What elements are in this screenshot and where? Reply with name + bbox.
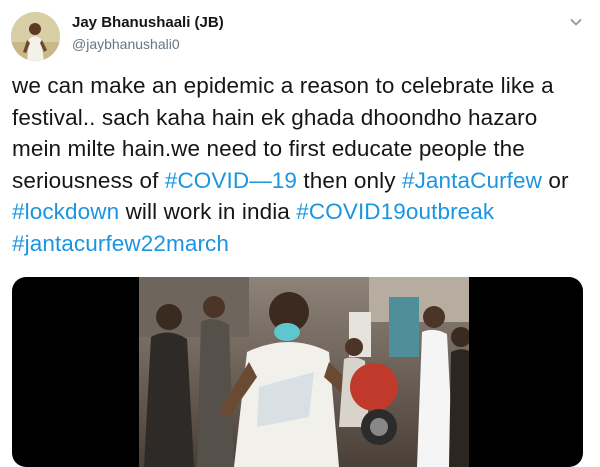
- hashtag-link[interactable]: #lockdown: [12, 199, 119, 224]
- tweet-text-segment: mein milte hain.we need to first educate…: [12, 136, 525, 161]
- tweet-text-line: #lockdown will work in india #COVID19out…: [12, 196, 592, 228]
- tweet-text-line: seriousness of #COVID—19 then only #Jant…: [12, 165, 592, 197]
- hashtag-link[interactable]: #jantacurfew22march: [12, 231, 229, 256]
- tweet-text-segment: or: [541, 167, 569, 193]
- tweet-text-line: mein milte hain.we need to first educate…: [12, 133, 592, 165]
- video-player[interactable]: [12, 277, 583, 467]
- tweet-text-segment: then only: [297, 167, 402, 193]
- tweet-text-segment: seriousness of: [12, 167, 165, 193]
- tweet-text-line: we can make an epidemic a reason to cele…: [12, 70, 592, 102]
- tweet-text-line: festival.. sach kaha hain ek ghada dhoon…: [12, 102, 592, 134]
- hashtag-link[interactable]: #COVID—19: [165, 168, 297, 193]
- user-handle[interactable]: @jaybhanushali0: [72, 35, 224, 53]
- hashtag-link[interactable]: #JantaCurfew: [402, 168, 542, 193]
- chevron-down-icon[interactable]: [568, 14, 584, 30]
- tweet-text: we can make an epidemic a reason to cele…: [12, 70, 592, 259]
- avatar[interactable]: [11, 12, 60, 61]
- tweet-text-line: #jantacurfew22march: [12, 228, 592, 260]
- tweet-text-segment: we can make an epidemic a reason to cele…: [12, 73, 554, 98]
- tweet-text-segment: will work in india: [119, 199, 297, 224]
- avatar-image: [11, 12, 60, 61]
- display-name[interactable]: Jay Bhanushaali (JB): [72, 14, 224, 32]
- hashtag-link[interactable]: #COVID19outbreak: [296, 199, 494, 224]
- tweet-text-segment: festival.. sach kaha hain ek ghada dhoon…: [12, 104, 538, 130]
- author-block: Jay Bhanushaali (JB) @jaybhanushali0: [72, 14, 224, 53]
- video-thumbnail: [139, 277, 469, 467]
